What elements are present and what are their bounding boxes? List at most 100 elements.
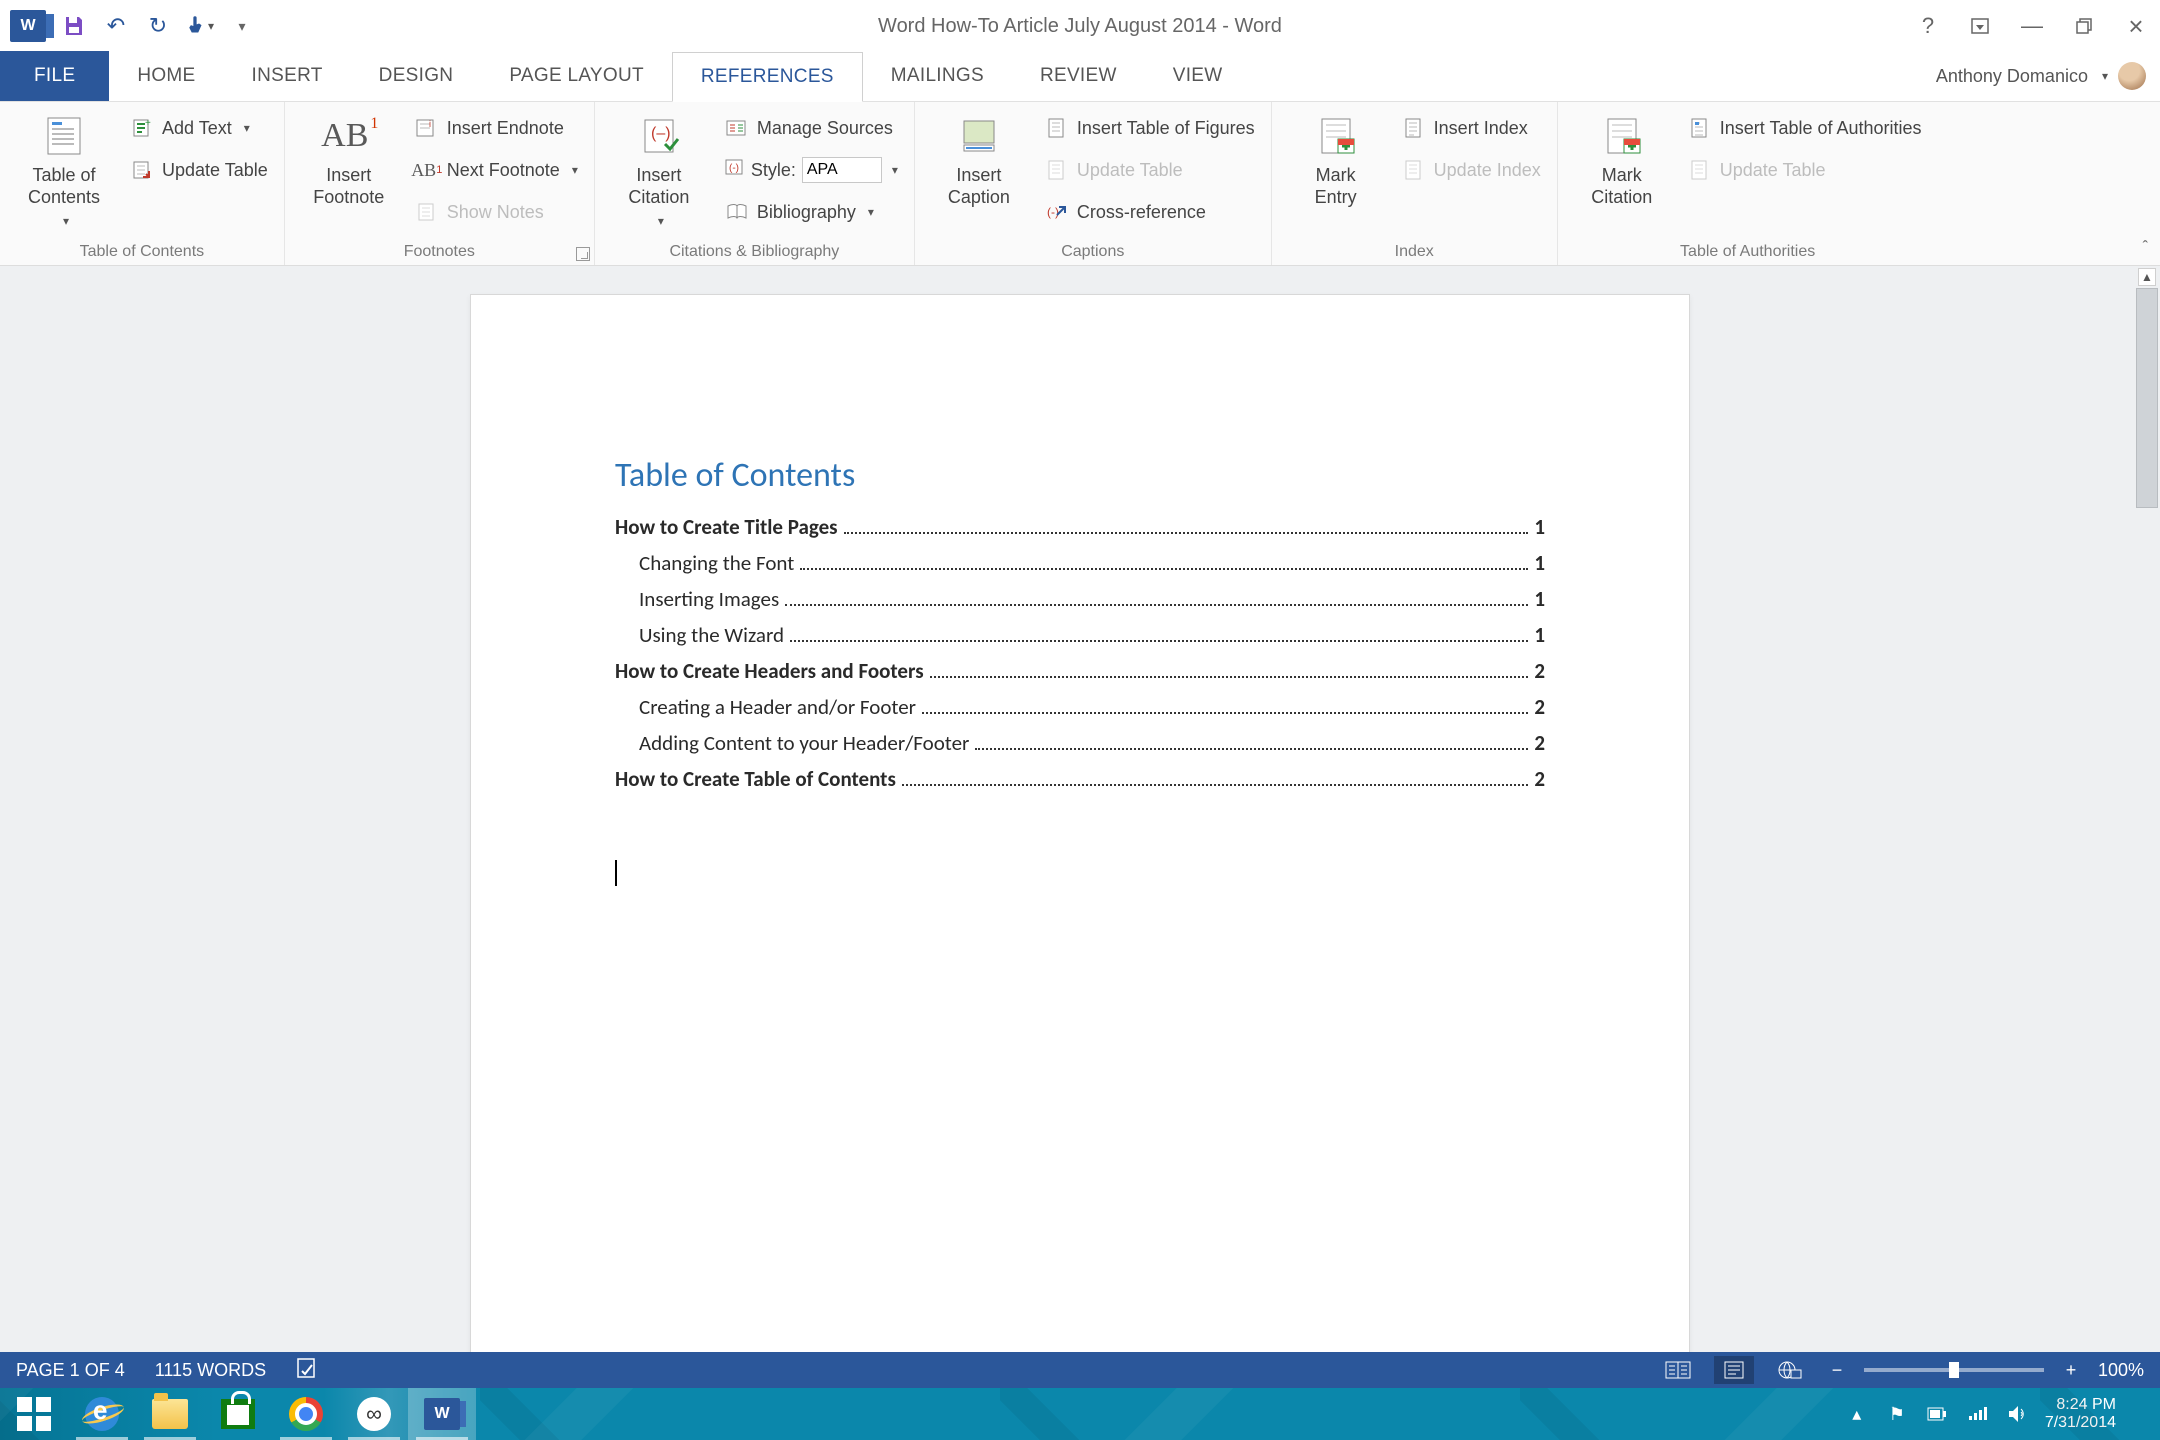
minimize-icon[interactable]: — [2018,12,2046,40]
taskbar-store[interactable] [204,1388,272,1440]
tab-insert[interactable]: INSERT [224,51,351,101]
taskbar-clock[interactable]: 8:24 PM 7/31/2014 [2045,1396,2128,1432]
bibliography-button[interactable]: Bibliography▾ [725,196,898,228]
toc-entry[interactable]: How to Create Headers and Footers 2 [615,658,1545,684]
ribbon-display-icon[interactable] [1966,12,1994,40]
toc-entry[interactable]: Using the Wizard1 [615,622,1545,648]
qat-customize-icon[interactable]: ▾ [228,12,256,40]
scroll-up-icon[interactable]: ▲ [2138,268,2156,286]
vertical-scrollbar[interactable]: ▲ ▼ [2134,266,2160,1388]
mark-entry-button[interactable]: Mark Entry [1288,110,1384,239]
style-value-input[interactable] [802,157,882,183]
insert-footnote-button[interactable]: AB1 Insert Footnote [301,110,397,239]
captions-update-table-button[interactable]: Update Table [1045,154,1255,186]
battery-icon[interactable] [1925,1402,1949,1426]
save-icon[interactable] [60,12,88,40]
mark-citation-button[interactable]: Mark Citation [1574,110,1670,239]
web-layout-view-button[interactable] [1770,1356,1810,1384]
page-indicator[interactable]: PAGE 1 OF 4 [16,1360,125,1381]
redo-icon[interactable]: ↻ [144,12,172,40]
update-table-button[interactable]: Update Table [130,154,268,186]
captions-update-label: Update Table [1077,160,1183,181]
next-footnote-button[interactable]: AB1 Next Footnote▾ [415,154,578,186]
insert-caption-button[interactable]: Insert Caption [931,110,1027,239]
ribbon-tabs: FILE HOME INSERT DESIGN PAGE LAYOUT REFE… [0,52,2160,102]
citation-style-select[interactable]: (-) Style: ▾ [725,154,898,186]
insert-citation-button[interactable]: (–) Insert Citation ▾ [611,110,707,239]
update-index-label: Update Index [1434,160,1541,181]
toc-entry[interactable]: How to Create Table of Contents2 [615,766,1545,792]
volume-icon[interactable] [2005,1402,2029,1426]
undo-icon[interactable]: ↶ [102,12,130,40]
zoom-in-button[interactable]: + [2060,1360,2082,1381]
caption-icon [955,114,1003,158]
taskbar-word[interactable]: W [408,1388,476,1440]
manage-sources-button[interactable]: Manage Sources [725,112,898,144]
dialog-launcher-icon[interactable] [576,247,590,261]
show-hidden-icon[interactable]: ▴ [1845,1402,1869,1426]
tab-view[interactable]: VIEW [1145,51,1251,101]
tab-design[interactable]: DESIGN [351,51,482,101]
tab-references[interactable]: REFERENCES [672,52,863,102]
crossref-icon: (-) [1045,200,1069,224]
close-icon[interactable]: × [2122,12,2150,40]
toc-heading: Table of Contents [615,455,1545,496]
tab-review[interactable]: REVIEW [1012,51,1145,101]
table-of-contents-button[interactable]: Table of Contents ▾ [16,110,112,239]
chevron-down-icon: ▾ [63,214,69,228]
toc-entry[interactable]: How to Create Title Pages1 [615,514,1545,540]
user-menu[interactable]: Anthony Domanico ▾ [1936,62,2146,90]
read-mode-view-button[interactable] [1658,1356,1698,1384]
action-center-icon[interactable]: ⚑ [1885,1402,1909,1426]
start-button[interactable] [0,1388,68,1440]
cross-reference-button[interactable]: (-) Cross-reference [1045,196,1255,228]
insert-toa-button[interactable]: Insert Table of Authorities [1688,112,1922,144]
toa-update-table-button[interactable]: Update Table [1688,154,1922,186]
toc-entry-page: 2 [1534,658,1545,684]
toc-entry-text: How to Create Headers and Footers [615,658,924,684]
tab-home[interactable]: HOME [109,51,223,101]
insert-endnote-button[interactable]: i Insert Endnote [415,112,578,144]
wifi-icon[interactable] [1965,1402,1989,1426]
zoom-slider[interactable] [1864,1368,2044,1372]
taskbar-ie[interactable] [68,1388,136,1440]
mark-citation-icon [1598,114,1646,158]
toc-entry[interactable]: Changing the Font1 [615,550,1545,576]
print-layout-view-button[interactable] [1714,1356,1754,1384]
add-text-button[interactable]: + Add Text▾ [130,112,268,144]
update-icon [1045,158,1069,182]
update-index-button[interactable]: Update Index [1402,154,1541,186]
taskbar-chrome[interactable] [272,1388,340,1440]
toc-entry[interactable]: Inserting Images1 [615,586,1545,612]
insert-index-button[interactable]: Insert Index [1402,112,1541,144]
svg-text:(-): (-) [729,163,739,174]
toc-entry-text: Creating a Header and/or Footer [639,694,916,720]
app-icon: W [10,10,46,42]
word-count[interactable]: 1115 WORDS [155,1360,266,1381]
help-icon[interactable]: ? [1914,12,1942,40]
scroll-thumb[interactable] [2136,288,2158,508]
zoom-level[interactable]: 100% [2098,1360,2144,1381]
tab-mailings[interactable]: MAILINGS [863,51,1012,101]
tab-file[interactable]: FILE [0,51,109,101]
toc-entry[interactable]: Creating a Header and/or Footer2 [615,694,1545,720]
tab-page-layout[interactable]: PAGE LAYOUT [481,51,672,101]
restore-icon[interactable] [2070,12,2098,40]
touch-mode-icon[interactable]: ▾ [186,12,214,40]
zoom-out-button[interactable]: − [1826,1360,1848,1381]
update-table-icon [130,158,154,182]
group-label: Index [1288,239,1541,263]
insert-table-of-figures-button[interactable]: Insert Table of Figures [1045,112,1255,144]
spell-check-icon[interactable] [296,1357,320,1384]
taskbar-app[interactable]: ∞ [340,1388,408,1440]
collapse-ribbon-icon[interactable]: ˆ [2143,239,2148,257]
chevron-down-icon: ▾ [892,163,898,177]
window-title: Word How-To Article July August 2014 - W… [0,15,2160,38]
toc-leader-dots [930,676,1529,678]
taskbar-explorer[interactable] [136,1388,204,1440]
style-label: Style: [751,160,796,181]
show-notes-button[interactable]: Show Notes [415,196,578,228]
toc-entry[interactable]: Adding Content to your Header/Footer2 [615,730,1545,756]
group-label: Captions [931,239,1255,263]
document-page[interactable]: Table of Contents How to Create Title Pa… [470,294,1690,1388]
